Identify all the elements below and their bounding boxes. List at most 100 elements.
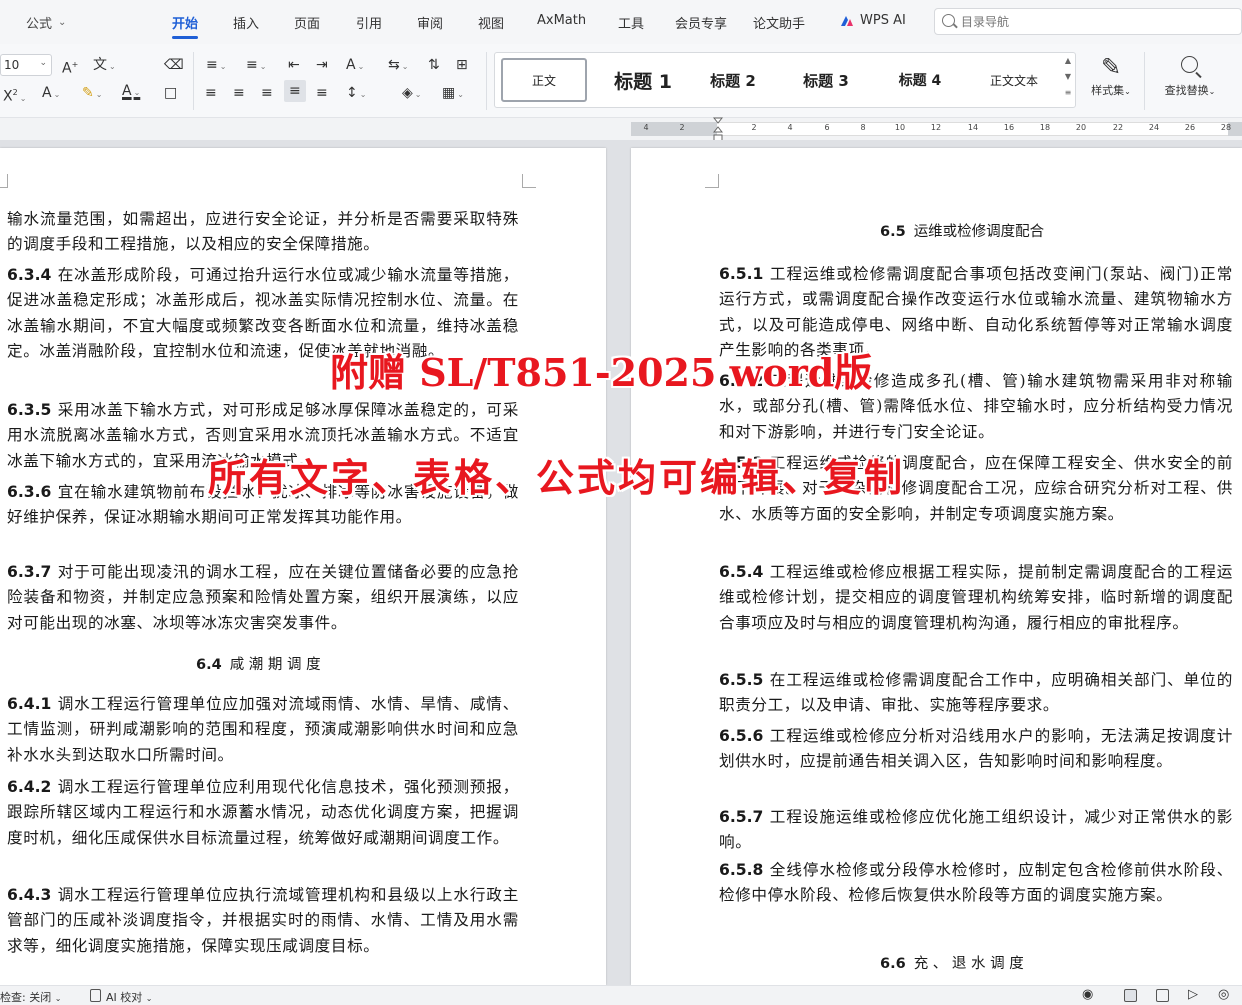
outline-search-input[interactable] bbox=[961, 13, 1161, 31]
clause-paragraph: 6.4.1 调水工程运行管理单位应加强对流域雨情、水情、旱情、咸情、工情监测，研判… bbox=[7, 692, 519, 768]
increase-indent-icon[interactable]: ⇥ bbox=[316, 56, 328, 74]
style-set-icon: ✎ bbox=[1100, 53, 1122, 81]
highlight-icon[interactable]: ✎ ⌄ bbox=[82, 84, 102, 104]
ruler-tick: 24 bbox=[1148, 123, 1160, 132]
show-marks-icon[interactable]: ⊞ bbox=[456, 56, 468, 74]
tab-references[interactable]: 引用 bbox=[356, 13, 382, 32]
clause-paragraph: 输水流量范围，如需超出，应进行安全论证，并分析是否需要采取特殊的调度手段和工程措… bbox=[7, 207, 519, 258]
crop-mark bbox=[705, 174, 719, 188]
ribbon-toolbar: 10 ⌄ A+ 文 ⌄ ⌫ X2⌄ A ⌄ ✎ ⌄ A ⌄ □ ≡ ⌄ ≡ ⌄ ⇤ ⇥ A ⌄… bbox=[0, 44, 1242, 118]
clause-number: 6.4.1 bbox=[7, 695, 52, 713]
chinese-layout-icon[interactable]: A ⌄ bbox=[346, 56, 364, 76]
clause-text: 工程设施运维或检修应优化施工组织设计，减少对正常供水的影响。 bbox=[719, 808, 1233, 852]
ribbon-separator bbox=[486, 52, 487, 110]
clause-number: 6.3.6 bbox=[7, 483, 52, 501]
distributed-icon[interactable]: ≡ bbox=[316, 84, 328, 102]
ruler-tick: 20 bbox=[1075, 123, 1087, 132]
promo-watermark-line-1: 附赠 SL/T851-2025 word版 bbox=[330, 350, 873, 395]
section-heading: 6.5 运维或检修调度配合 bbox=[880, 220, 1044, 241]
bullet-list-icon[interactable]: ≡ ⌄ bbox=[206, 56, 226, 76]
clause-text: 咸 潮 期 调 度 bbox=[229, 657, 321, 673]
phonetic-guide-icon[interactable]: 文 ⌄ bbox=[93, 56, 116, 76]
clause-paragraph: 6.5.6 工程运维或检修应分析对沿线用水户的影响，无法满足按调度计划供水时，应提… bbox=[719, 724, 1233, 775]
clause-paragraph: 6.4.3 调水工程运行管理单位应执行流域管理机构和县级以上水行政主管部门的压咸补… bbox=[7, 883, 519, 959]
clause-text: 工程运维或检修应分析对沿线用水户的影响，无法满足按调度计划供水时，应提前通告相关… bbox=[719, 727, 1233, 771]
play-icon[interactable]: ▷ bbox=[1188, 987, 1198, 1002]
align-center-icon[interactable]: ≡ bbox=[233, 84, 245, 102]
outline-view-icon[interactable] bbox=[1156, 989, 1169, 1002]
ruler-tick: 26 bbox=[1184, 123, 1196, 132]
crop-mark bbox=[0, 174, 8, 188]
clause-text: 输水流量范围，如需超出，应进行安全论证，并分析是否需要采取特殊的调度手段和工程措… bbox=[7, 210, 519, 254]
clause-number: 6.3.7 bbox=[7, 563, 52, 581]
clause-text: 对于可能出现凌汛的调水工程，应在关键位置储备必要的应急抢险装备和物资，并制定应急… bbox=[7, 563, 519, 632]
tab-member[interactable]: 会员专享 bbox=[675, 13, 727, 32]
style-body-text[interactable]: 正文文本 bbox=[969, 53, 1059, 107]
clause-number: 6.3.5 bbox=[7, 401, 52, 419]
style-normal[interactable]: 正文 bbox=[501, 58, 587, 102]
ruler-tick: 4 bbox=[787, 123, 793, 132]
tab-home[interactable]: 开始 bbox=[172, 13, 198, 32]
outline-search-box[interactable] bbox=[934, 8, 1242, 35]
ribbon-separator bbox=[193, 52, 194, 110]
ruler-tick: 12 bbox=[930, 123, 942, 132]
clause-number: 6.4.3 bbox=[7, 886, 52, 904]
clause-number: 6.5.8 bbox=[719, 861, 764, 879]
tab-tools[interactable]: 工具 bbox=[618, 13, 644, 32]
style-heading-4[interactable]: 标题 4 bbox=[875, 53, 965, 107]
text-effect-icon[interactable]: A ⌄ bbox=[42, 84, 60, 104]
tab-insert[interactable]: 插入 bbox=[233, 13, 259, 32]
tab-view[interactable]: 视图 bbox=[478, 13, 504, 32]
chevron-down-icon: ⌄ bbox=[58, 16, 67, 28]
tab-thesis-assistant[interactable]: 论文助手 bbox=[753, 13, 805, 32]
tab-page[interactable]: 页面 bbox=[294, 13, 320, 32]
style-heading-2[interactable]: 标题 2 bbox=[691, 53, 775, 107]
superscript-icon[interactable]: X2⌄ bbox=[3, 84, 26, 108]
align-right-icon[interactable]: ≡ bbox=[261, 84, 273, 102]
section-heading: 6.4 咸 潮 期 调 度 bbox=[196, 653, 321, 674]
web-view-icon[interactable]: ◎ bbox=[1218, 987, 1229, 1002]
sort-icon[interactable]: ⇅ bbox=[428, 56, 440, 74]
ai-check-button[interactable]: AI 校对 ⌄ bbox=[106, 989, 152, 1005]
eye-protect-icon[interactable]: ◉ bbox=[1082, 987, 1093, 1002]
ruler-tick: 22 bbox=[1112, 123, 1124, 132]
clause-text: 全线停水检修或分段停水检修时，应制定包含检修前供水阶段、检修中停水阶段、检修后恢… bbox=[719, 861, 1233, 905]
line-spacing-icon[interactable]: ↕ ⌄ bbox=[346, 84, 366, 104]
font-color-icon[interactable]: A ⌄ bbox=[122, 82, 140, 102]
ruler-tick: 16 bbox=[1003, 123, 1015, 132]
tab-axmath[interactable]: AxMath bbox=[537, 13, 586, 28]
eraser-icon[interactable]: ⌫ bbox=[164, 56, 184, 74]
tab-wps-ai[interactable]: WPS AI bbox=[860, 13, 906, 28]
clause-paragraph: 6.4.2 调水工程运行管理单位应利用现代化信息技术，强化预测预报，跟踪所辖区域内… bbox=[7, 775, 519, 851]
clause-text: 运维或检修调度配合 bbox=[913, 224, 1045, 240]
justify-icon[interactable]: ≡ bbox=[284, 80, 306, 102]
font-size-select[interactable]: 10 ⌄ bbox=[0, 54, 52, 76]
clause-number: 6.5.6 bbox=[719, 727, 764, 745]
clause-paragraph: 6.3.7 对于可能出现凌汛的调水工程，应在关键位置储备必要的应急抢险装备和物资，… bbox=[7, 560, 519, 636]
gallery-scroll[interactable]: ▲ ▼ ≡ bbox=[1061, 53, 1075, 107]
numbered-list-icon[interactable]: ≡ ⌄ bbox=[246, 56, 266, 76]
borders-icon[interactable]: ▦ ⌄ bbox=[442, 84, 464, 104]
spell-check-status[interactable]: 检查: 关闭 ⌄ bbox=[0, 989, 61, 1005]
ruler-tick: 10 bbox=[894, 123, 906, 132]
page-view-icon[interactable] bbox=[1124, 989, 1137, 1002]
clause-number: 6.5.1 bbox=[719, 265, 764, 283]
crop-mark bbox=[522, 174, 536, 188]
style-heading-3[interactable]: 标题 3 bbox=[781, 53, 871, 107]
formula-dropdown[interactable]: 公式 ⌄ bbox=[26, 10, 90, 34]
clause-text: 工程运维或检修应根据工程实际，提前制定需调度配合的工程运维或检修计划，提交相应的… bbox=[719, 563, 1233, 632]
style-set-button[interactable]: ✎ 样式集⌄ bbox=[1086, 52, 1136, 98]
text-direction-icon[interactable]: ⇆ ⌄ bbox=[388, 56, 408, 76]
style-heading-1[interactable]: 标题 1 bbox=[599, 53, 687, 107]
search-icon bbox=[1158, 52, 1222, 82]
wps-ai-logo-icon bbox=[841, 16, 853, 26]
grow-font-icon[interactable]: A+ bbox=[62, 56, 78, 78]
decrease-indent-icon[interactable]: ⇤ bbox=[288, 56, 300, 74]
align-left-icon[interactable]: ≡ bbox=[205, 84, 217, 102]
tab-review[interactable]: 审阅 bbox=[417, 13, 443, 32]
char-border-icon[interactable]: □ bbox=[164, 84, 177, 102]
ruler-tick: 2 bbox=[679, 123, 685, 132]
menu-bar: 公式 ⌄ 开始 插入 页面 引用 审阅 视图 AxMath 工具 会员专享 论文… bbox=[0, 0, 1242, 44]
find-replace-button[interactable]: 查找替换⌄ bbox=[1158, 52, 1222, 98]
shading-icon[interactable]: ◈ ⌄ bbox=[402, 84, 421, 104]
